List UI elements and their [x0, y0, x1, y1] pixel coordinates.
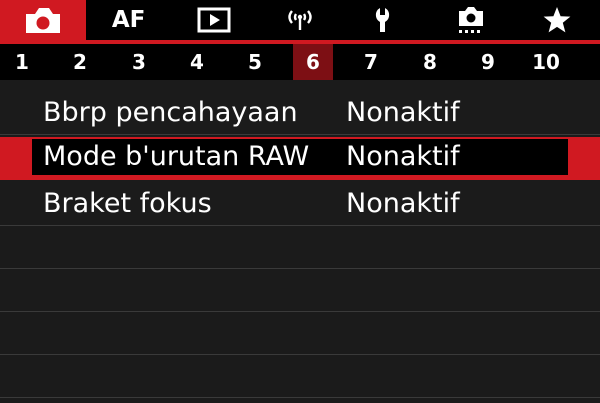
tab-wireless[interactable]	[257, 0, 343, 40]
menu-item-label: Braket fokus	[43, 188, 212, 219]
camera-icon	[25, 8, 60, 33]
custom-function-icon	[459, 7, 484, 33]
menu-item-value: Nonaktif	[346, 97, 460, 128]
menu-empty-row	[0, 355, 600, 398]
menu-empty-row	[0, 226, 600, 269]
page-10[interactable]: 10	[526, 44, 566, 80]
menu-item-value: Nonaktif	[346, 141, 460, 172]
star-icon	[543, 7, 571, 33]
tab-custom-functions[interactable]	[429, 0, 515, 40]
menu-item-focus-bracketing[interactable]: Braket fokus Nonaktif	[0, 183, 600, 226]
page-8[interactable]: 8	[410, 44, 450, 80]
page-6[interactable]: 6	[293, 44, 333, 80]
page-4[interactable]: 4	[177, 44, 217, 80]
menu-empty-row	[0, 312, 600, 355]
tab-af[interactable]: AF	[86, 0, 172, 40]
tab-af-label: AF	[111, 7, 146, 33]
page-strip: 1 2 3 4 5 6 7 8 9 10	[0, 44, 600, 80]
page-2[interactable]: 2	[60, 44, 100, 80]
menu-item-raw-burst-mode[interactable]: Mode b'urutan RAW Nonaktif	[0, 137, 600, 180]
menu-tab-bar: AF	[0, 0, 600, 40]
menu-empty-row	[0, 269, 600, 312]
tab-playback[interactable]	[171, 0, 257, 40]
page-9[interactable]: 9	[468, 44, 508, 80]
page-3[interactable]: 3	[119, 44, 159, 80]
playback-icon	[197, 7, 231, 33]
wrench-icon	[375, 8, 389, 32]
page-5[interactable]: 5	[235, 44, 275, 80]
menu-item-bracketing[interactable]: Bbrp pencahayaan Nonaktif	[0, 92, 600, 135]
page-1[interactable]: 1	[2, 44, 42, 80]
tab-my-menu[interactable]	[514, 0, 600, 40]
menu-item-label: Mode b'urutan RAW	[43, 141, 310, 172]
wireless-icon	[288, 10, 312, 30]
tab-shooting[interactable]	[0, 0, 86, 40]
menu-item-value: Nonaktif	[346, 188, 460, 219]
menu-item-label: Bbrp pencahayaan	[43, 97, 298, 128]
menu-list: Bbrp pencahayaan Nonaktif Mode b'urutan …	[0, 92, 600, 403]
page-7[interactable]: 7	[351, 44, 391, 80]
tab-setup[interactable]	[343, 0, 429, 40]
